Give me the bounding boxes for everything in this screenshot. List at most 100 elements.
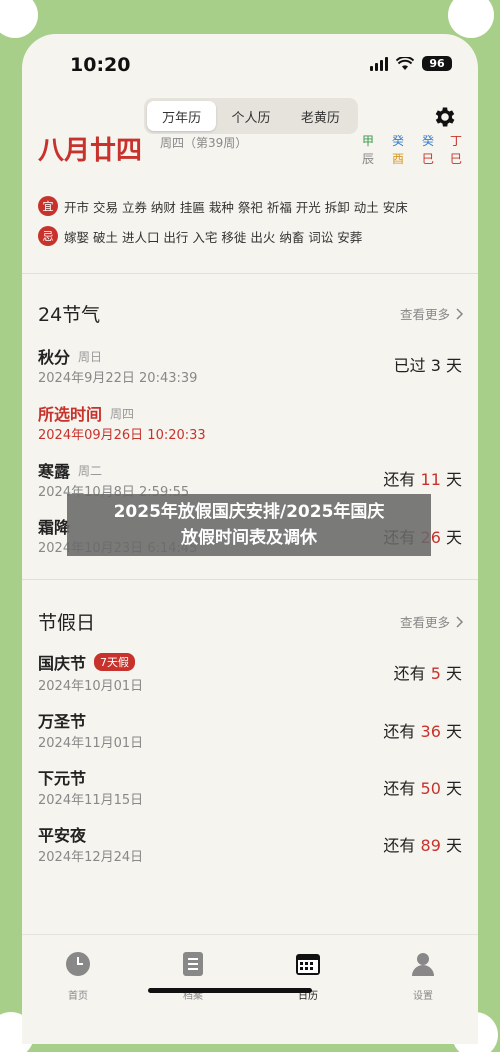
term-date: 2024年9月22日 20:43:39 <box>38 371 198 386</box>
ganzhi-column: 丁 巳 <box>446 134 466 168</box>
countdown-prefix: 还有 <box>383 836 416 855</box>
countdown-days: 36 <box>420 722 441 741</box>
holiday-countdown: 还有 89 天 <box>383 832 462 856</box>
ji-badge: 忌 <box>38 226 58 246</box>
almanac-card: 八月廿四 周四（第39周） 甲 辰 癸 酉 癸 巳 丁 巳 宜 开市 交易 立券… <box>22 134 478 274</box>
banner-line-2: 放假时间表及调休 <box>181 528 317 548</box>
ganzhi-bottom: 辰 <box>361 152 374 166</box>
ganzhi-top: 丁 <box>449 134 462 148</box>
term-name: 秋分 <box>38 348 71 367</box>
countdown-days: 89 <box>420 836 441 855</box>
term-name-line: 所选时间 周四 <box>38 401 134 425</box>
solar-terms-title: 24节气 <box>38 304 101 326</box>
term-weekday: 周日 <box>78 349 103 364</box>
countdown-suffix: 天 <box>445 528 462 547</box>
gear-icon[interactable] <box>432 104 458 130</box>
frame-scallop <box>448 0 494 38</box>
term-name: 寒露 <box>38 462 71 481</box>
term-name: 所选时间 <box>38 405 103 424</box>
banner-line-1: 2025年放假国庆安排/2025年国庆 <box>113 502 385 522</box>
ji-text: 嫁娶 破土 进人口 出行 入宅 移徙 出火 纳畜 词讼 安葬 <box>64 229 363 245</box>
tab-label: 设置 <box>413 991 433 1002</box>
status-bar: 10:20 96 <box>22 34 478 96</box>
holiday-tag-badge: 7天假 <box>94 653 136 671</box>
term-countdown: 已过 3 天 <box>394 352 462 376</box>
tab-gerenli[interactable]: 个人历 <box>216 101 285 131</box>
tab-wannianli[interactable]: 万年历 <box>147 101 217 131</box>
lunar-date: 八月廿四 <box>38 136 143 166</box>
countdown-suffix: 天 <box>445 470 462 489</box>
ganzhi-bottom: 酉 <box>391 152 404 166</box>
ji-row: 忌 嫁娶 破土 进人口 出行 入宅 移徙 出火 纳畜 词讼 安葬 <box>38 226 362 246</box>
tab-laohuangli[interactable]: 老黄历 <box>286 101 355 131</box>
countdown-days: 3 <box>430 356 441 375</box>
holiday-countdown: 还有 36 天 <box>383 718 462 742</box>
document-icon <box>183 952 203 976</box>
clock-icon <box>66 952 90 976</box>
holiday-name-line: 国庆节 7天假 <box>38 650 136 674</box>
more-label: 查看更多 <box>399 307 450 322</box>
yi-text: 开市 交易 立券 纳财 挂匾 栽种 祭祀 祈福 开光 拆卸 动土 安床 <box>64 199 408 215</box>
countdown-prefix: 还有 <box>383 722 416 741</box>
countdown-days: 5 <box>430 664 441 683</box>
status-icons: 96 <box>370 56 452 71</box>
solar-terms-more-link[interactable]: 查看更多 <box>400 304 464 323</box>
countdown-days: 11 <box>420 470 441 489</box>
countdown-suffix: 天 <box>445 722 462 741</box>
countdown-suffix: 天 <box>445 836 462 855</box>
holiday-name: 平安夜 <box>38 826 87 845</box>
countdown-prefix: 还有 <box>383 779 416 798</box>
countdown-prefix: 还有 <box>393 664 426 683</box>
caption-overlay-banner: 2025年放假国庆安排/2025年国庆 放假时间表及调休 <box>67 494 431 556</box>
chevron-right-icon <box>456 307 464 320</box>
holiday-name-line: 万圣节 <box>38 708 86 732</box>
holiday-name: 下元节 <box>38 769 87 788</box>
countdown-suffix: 天 <box>445 664 462 683</box>
holiday-countdown: 还有 5 天 <box>394 660 462 684</box>
ganzhi-bottom: 巳 <box>449 152 462 166</box>
week-label: 周四（第39周） <box>160 136 248 150</box>
countdown-suffix: 天 <box>445 356 462 375</box>
ganzhi-top: 癸 <box>391 134 404 148</box>
tab-settings[interactable]: 设置 <box>383 951 463 1002</box>
divider <box>22 273 478 274</box>
ganzhi-top: 甲 <box>361 134 374 148</box>
holiday-date: 2024年11月01日 <box>38 736 144 751</box>
holiday-date: 2024年11月15日 <box>38 793 144 808</box>
tab-home[interactable]: 首页 <box>38 951 118 1002</box>
term-name: 霜降 <box>38 518 71 537</box>
chevron-right-icon <box>456 615 464 628</box>
term-name-line: 秋分 周日 <box>38 344 102 368</box>
signal-icon <box>370 56 388 71</box>
holidays-more-link[interactable]: 查看更多 <box>400 612 464 631</box>
yi-row: 宜 开市 交易 立券 纳财 挂匾 栽种 祭祀 祈福 开光 拆卸 动土 安床 <box>38 196 408 216</box>
term-name-line: 寒露 周二 <box>38 458 102 482</box>
holiday-name: 国庆节 <box>38 654 87 673</box>
holiday-name-line: 平安夜 <box>38 822 86 846</box>
user-icon <box>412 953 434 976</box>
divider <box>22 579 478 580</box>
tab-label: 首页 <box>68 991 88 1002</box>
holiday-date: 2024年12月24日 <box>38 850 144 865</box>
tab-calendar[interactable]: 日历 <box>268 951 348 1002</box>
tab-archive[interactable]: 档案 <box>153 951 233 1002</box>
wifi-icon <box>396 56 414 70</box>
countdown-suffix: 天 <box>445 779 462 798</box>
countdown-prefix: 已过 <box>393 356 426 375</box>
countdown-prefix: 还有 <box>383 470 416 489</box>
ganzhi-bottom: 巳 <box>421 152 434 166</box>
term-weekday: 周四 <box>110 406 135 421</box>
countdown-days: 50 <box>420 779 441 798</box>
term-date: 2024年09月26日 10:20:33 <box>38 428 206 443</box>
calendar-type-switcher: 万年历 个人历 老黄历 <box>144 98 358 134</box>
term-name-line: 霜降 <box>38 514 70 538</box>
holidays-title: 节假日 <box>38 612 96 634</box>
holiday-countdown: 还有 50 天 <box>383 775 462 799</box>
yi-badge: 宜 <box>38 196 58 216</box>
ganzhi-column: 甲 辰 <box>358 134 378 168</box>
home-indicator <box>148 988 312 993</box>
frame-scallop <box>0 0 38 38</box>
status-time: 10:20 <box>70 54 131 76</box>
term-weekday: 周二 <box>78 463 103 478</box>
calendar-icon <box>296 954 320 975</box>
